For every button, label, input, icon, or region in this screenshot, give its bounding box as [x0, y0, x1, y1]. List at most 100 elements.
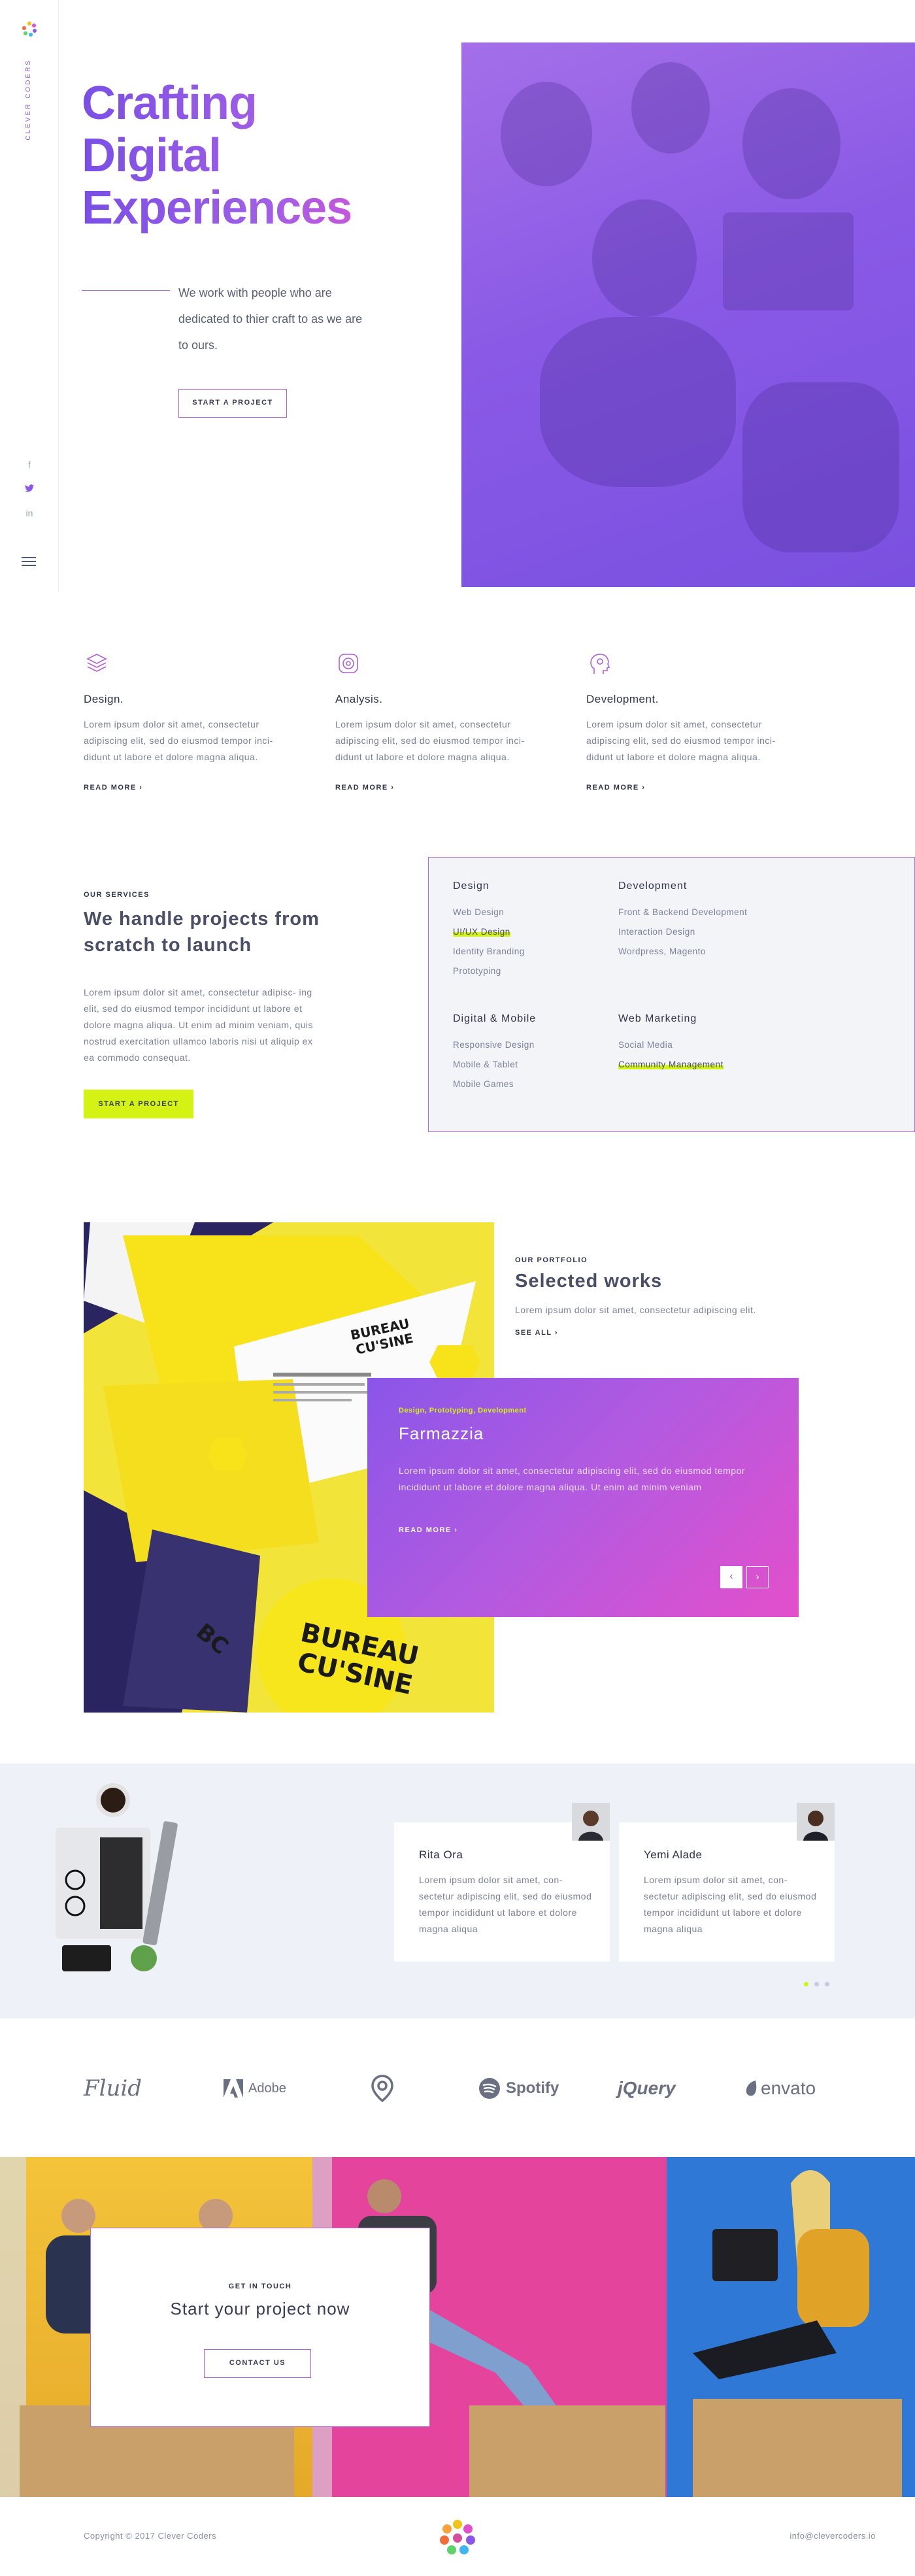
facebook-icon[interactable]: f [0, 460, 59, 470]
contact-card: GET IN TOUCH Start your project now CONT… [90, 2228, 430, 2427]
logo-icon[interactable] [20, 20, 39, 38]
spotify-icon [479, 2078, 500, 2099]
contact-eyebrow: GET IN TOUCH [228, 2283, 292, 2290]
services-title: We handle projects from scratch to launc… [84, 909, 320, 956]
logo-icon[interactable] [436, 2517, 479, 2560]
service-item[interactable]: Web Design [453, 903, 525, 922]
service-group-web-marketing: Web Marketing Social Media Community Man… [618, 1013, 724, 1075]
hero-image [461, 42, 915, 587]
sidebar: CLEVER CODERS f in [0, 0, 59, 592]
service-item-highlighted[interactable]: Community Management [618, 1060, 724, 1069]
service-item-highlighted[interactable]: UI/UX Design [453, 927, 510, 937]
service-item[interactable]: Prototyping [453, 962, 525, 981]
client-logo-envato: envato [745, 2072, 816, 2105]
service-group-title: Development [618, 880, 688, 892]
testimonial-text: Lorem ipsum dolor sit amet, con- sectetu… [644, 1875, 817, 1934]
project-read-more-link[interactable]: READ MORE › [399, 1526, 458, 1534]
next-arrow-button[interactable]: › [746, 1566, 769, 1588]
portfolio-eyebrow: OUR PORTFOLIO [515, 1256, 588, 1264]
previous-arrow-button[interactable]: ‹ [720, 1566, 742, 1588]
service-item[interactable]: Mobile Games [453, 1075, 536, 1094]
service-item[interactable]: Front & Backend Development [618, 903, 747, 922]
avatar [572, 1803, 610, 1841]
start-project-button[interactable]: START A PROJECT [84, 1090, 193, 1118]
twitter-icon[interactable] [0, 484, 59, 494]
service-group-development: Development Front & Backend Development … [618, 880, 747, 962]
service-group-title: Web Marketing [618, 1013, 697, 1024]
contact-us-button[interactable]: CONTACT US [204, 2349, 311, 2378]
copyright-text: Copyright © 2017 Clever Coders [84, 2531, 217, 2541]
footer: Copyright © 2017 Clever Coders info@clev… [0, 2497, 915, 2576]
service-group-title: Design [453, 880, 490, 892]
read-more-link[interactable]: READ MORE › [335, 784, 551, 792]
hero-title: Crafting Digital Experiences [82, 77, 422, 234]
carousel-dots [804, 1978, 835, 1990]
read-more-link[interactable]: READ MORE › [84, 784, 299, 792]
feature-design: Design. Lorem ipsum dolor sit amet, cons… [84, 650, 299, 792]
feature-text: Lorem ipsum dolor sit amet, consectetur … [84, 719, 273, 762]
services-panel: Design Web Design UI/UX Design Identity … [428, 857, 915, 1132]
start-project-button[interactable]: START A PROJECT [178, 389, 287, 418]
carousel-dot[interactable] [825, 1982, 829, 1986]
service-group-design: Design Web Design UI/UX Design Identity … [453, 880, 525, 981]
client-name: envato [761, 2078, 816, 2098]
services-eyebrow: OUR SERVICES [84, 891, 150, 899]
service-item[interactable]: Identity Branding [453, 942, 525, 962]
testimonial-name: Yemi Alade [644, 1848, 703, 1861]
portfolio-subtitle: Lorem ipsum dolor sit amet, consectetur … [515, 1305, 756, 1315]
client-logo-jquery: jQuery [618, 2072, 676, 2105]
service-group-title: Digital & Mobile [453, 1013, 537, 1024]
hero-title-line-3: Experiences [82, 182, 352, 234]
service-item[interactable]: Responsive Design [453, 1035, 536, 1055]
project-text: Lorem ipsum dolor sit amet, consectetur … [399, 1465, 746, 1492]
service-group-digital-mobile: Digital & Mobile Responsive Design Mobil… [453, 1013, 536, 1094]
map-pin-icon [371, 2075, 393, 2102]
client-name: Fluid [84, 2075, 142, 2101]
contact-title: Start your project now [170, 2299, 350, 2318]
client-logo-pin [371, 2072, 393, 2105]
laptop-desk-illustration [56, 1783, 178, 1971]
hero-divider [82, 290, 170, 291]
client-logo-fluid: Fluid [84, 2072, 142, 2105]
service-item: Community Management [618, 1055, 724, 1075]
feature-title: Development. [586, 693, 659, 705]
project-tags: Design, Prototyping, Development [399, 1407, 527, 1414]
layers-icon [86, 654, 107, 672]
carousel-dot[interactable] [804, 1982, 808, 1986]
service-item: UI/UX Design [453, 922, 525, 942]
envato-leaf-icon [746, 2081, 757, 2096]
brand-name: CLEVER CODERS [25, 59, 32, 141]
analysis-icon [339, 654, 358, 673]
testimonials-section: Rita Ora Lorem ipsum dolor sit amet, con… [0, 1764, 915, 2018]
testimonial-text: Lorem ipsum dolor sit amet, con- sectetu… [419, 1875, 592, 1934]
client-name: Adobe [248, 2081, 286, 2096]
hamburger-icon[interactable] [22, 557, 36, 566]
client-name: jQuery [618, 2078, 676, 2098]
project-card: Design, Prototyping, Development Farmazz… [367, 1378, 799, 1617]
see-all-link[interactable]: SEE ALL › [515, 1329, 558, 1337]
feature-analysis: Analysis. Lorem ipsum dolor sit amet, co… [335, 650, 551, 792]
client-name: Spotify [506, 2079, 559, 2097]
service-item[interactable]: Mobile & Tablet [453, 1055, 536, 1075]
service-item[interactable]: Wordpress, Magento [618, 942, 747, 962]
testimonial-card: Yemi Alade Lorem ipsum dolor sit amet, c… [619, 1803, 835, 1962]
project-title: Farmazzia [399, 1424, 484, 1443]
services-text: Lorem ipsum dolor sit amet, consectetur … [84, 987, 314, 1063]
carousel-dot[interactable] [814, 1982, 819, 1986]
hero-title-line-1: Crafting [82, 77, 257, 129]
read-more-link[interactable]: READ MORE › [586, 784, 802, 792]
hero-title-line-2: Digital [82, 129, 222, 182]
client-logo-adobe: Adobe [224, 2072, 286, 2105]
feature-title: Analysis. [335, 693, 383, 705]
testimonial-name: Rita Ora [419, 1848, 463, 1861]
linkedin-icon[interactable]: in [0, 508, 59, 518]
clients-logos: Fluid Adobe Spotify jQuery envato [0, 2018, 915, 2157]
feature-title: Design. [84, 693, 124, 705]
service-item[interactable]: Interaction Design [618, 922, 747, 942]
email-link[interactable]: info@clevercoders.io [790, 2531, 876, 2541]
hero-text: We work with people who are dedicated to… [178, 286, 363, 352]
portfolio-title: Selected works [515, 1271, 663, 1292]
service-item[interactable]: Social Media [618, 1035, 724, 1055]
client-logo-spotify: Spotify [478, 2072, 559, 2105]
feature-development: Development. Lorem ipsum dolor sit amet,… [586, 650, 802, 792]
